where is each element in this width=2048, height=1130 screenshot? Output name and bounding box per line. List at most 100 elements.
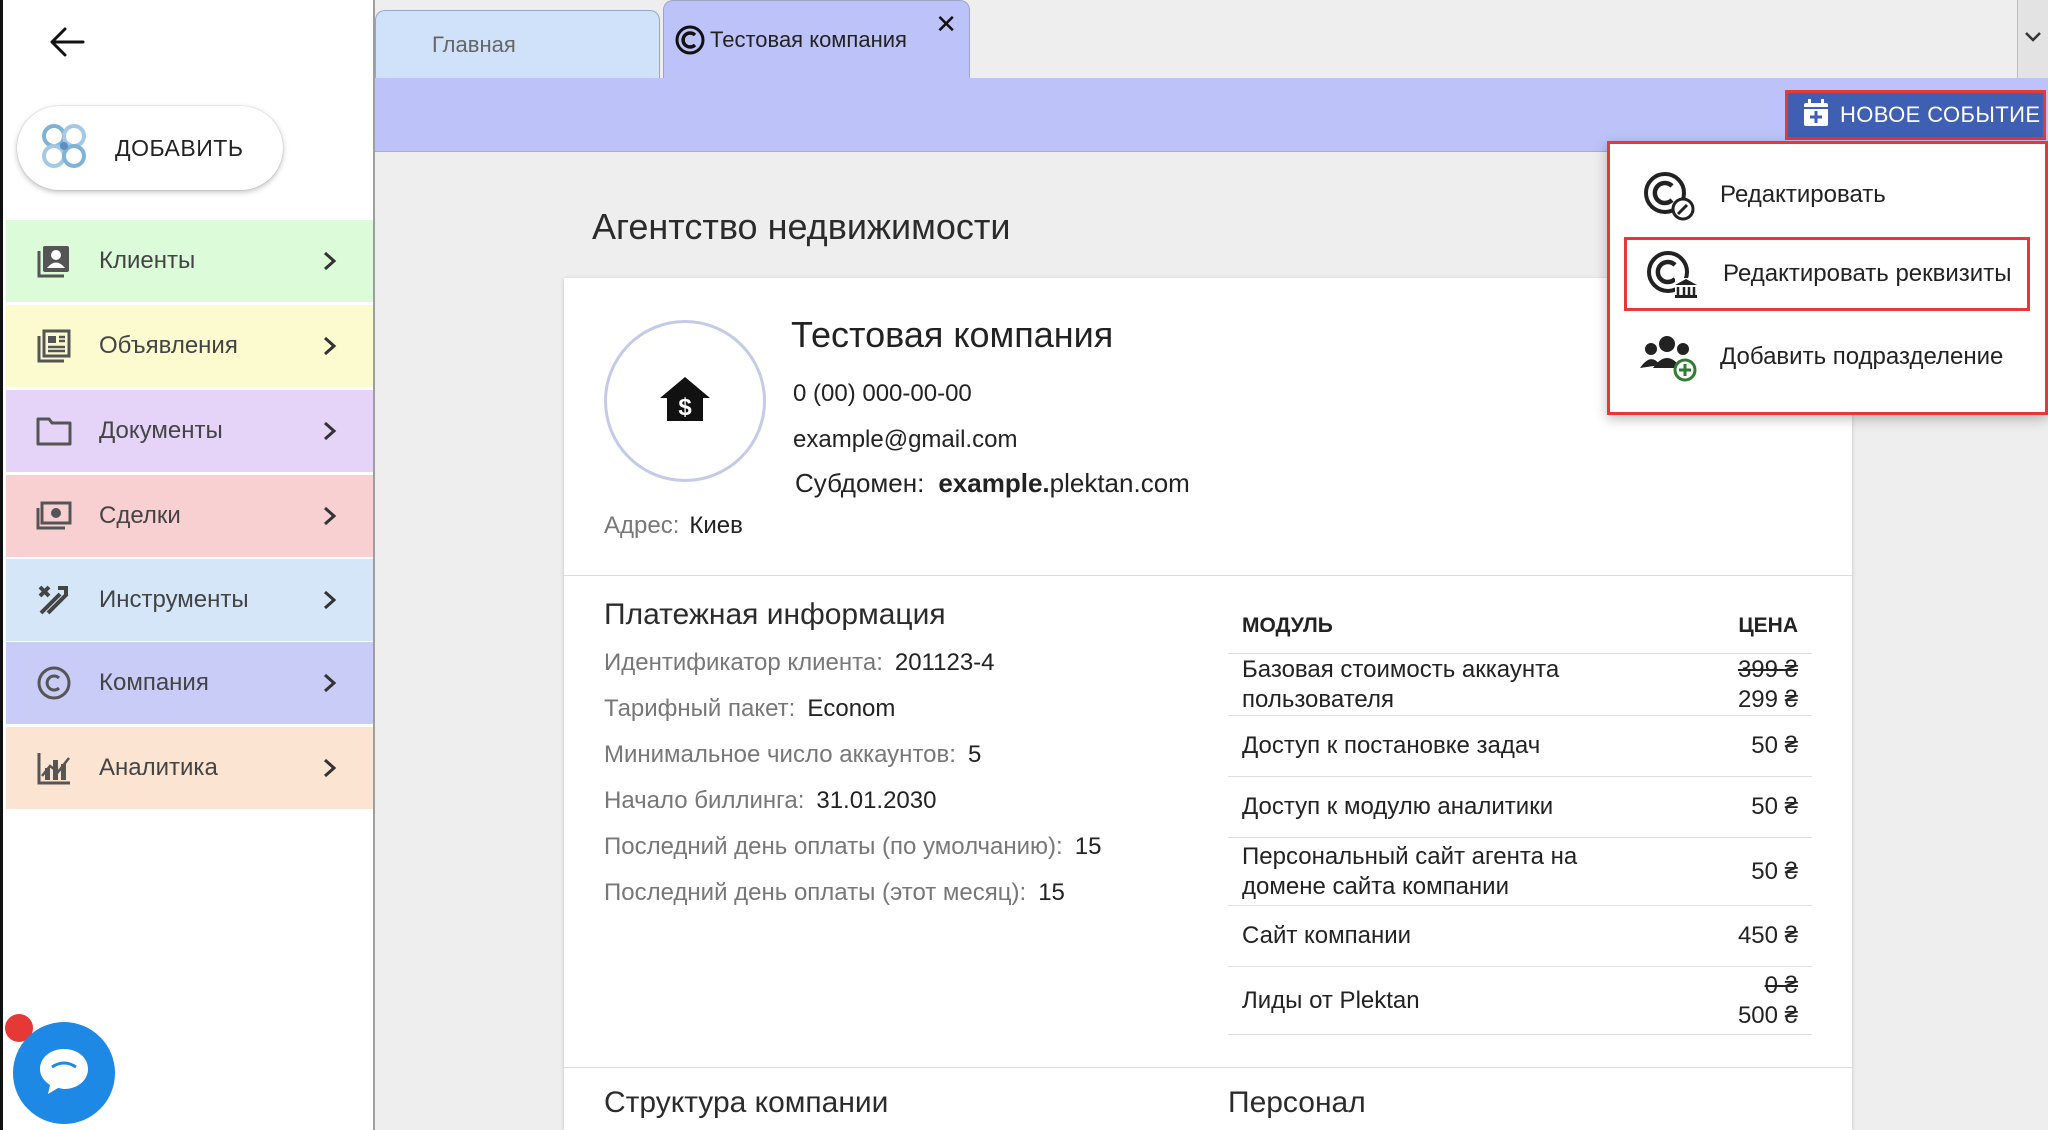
menu-item-add-division[interactable]: Добавить подразделение [1624, 320, 2036, 394]
company-phone: 0 (00) 000-00-00 [793, 380, 972, 407]
payment-value: 5 [967, 741, 982, 768]
payment-value: Econom [807, 695, 896, 722]
module-name: Лиды от Plektan [1242, 986, 1420, 1014]
tab-company[interactable]: Тестовая компания ✕ [663, 0, 970, 78]
subdomain-bold: example. [938, 468, 1050, 498]
structure-title: Структура компании [604, 1086, 889, 1119]
close-icon[interactable]: ✕ [935, 9, 957, 40]
sidebar-item-deals[interactable]: Сделки [6, 475, 378, 557]
sidebar-item-tools[interactable]: Инструменты [6, 559, 378, 641]
tab-overflow-dropdown[interactable] [2017, 0, 2048, 78]
chevron-right-icon [312, 582, 348, 618]
address-row: Адрес: Киев [604, 512, 743, 540]
sidebar-item-label: Аналитика [99, 754, 218, 781]
subdomain-row: Субдомен: example.plektan.com [795, 468, 1190, 499]
sidebar-divider [373, 0, 375, 1130]
module-name: Доступ к постановке задач [1242, 732, 1541, 759]
price: 500 ₴ [1737, 1001, 1798, 1029]
tab-label: Главная [432, 31, 516, 57]
payment-label: Тарифный пакет: [604, 695, 796, 722]
folder-icon [34, 411, 74, 451]
new-event-button[interactable]: НОВОЕ СОБЫТИЕ [1785, 90, 2046, 140]
payment-row: Последний день оплаты (по умолчанию): 15 [604, 833, 1101, 861]
sidebar-item-label: Документы [99, 417, 223, 444]
analytics-icon [34, 748, 74, 788]
chevron-right-icon [312, 243, 348, 279]
deals-icon [34, 496, 74, 536]
add-button[interactable]: ДОБАВИТЬ [17, 106, 283, 190]
payment-label: Идентификатор клиента: [604, 649, 883, 676]
price: 299 ₴ [1737, 685, 1798, 713]
table-row: Доступ к модулю аналитики 50 ₴ [1228, 777, 1812, 838]
divider [564, 1067, 1852, 1068]
add-logo-icon [39, 121, 89, 176]
sidebar-item-listings[interactable]: Объявления [6, 305, 378, 387]
payment-label: Последний день оплаты (этот месяц): [604, 879, 1027, 906]
clients-icon [34, 241, 74, 281]
payment-label: Начало биллинга: [604, 787, 805, 814]
copyright-edit-icon [1638, 164, 1700, 226]
module-name: Базовая стоимость аккаунта пользователя [1242, 655, 1738, 715]
price: 50 ₴ [1751, 732, 1798, 759]
tab-bar: Главная Тестовая компания ✕ [375, 0, 2048, 78]
sidebar-item-documents[interactable]: Документы [6, 390, 378, 472]
payment-value: 201123-4 [894, 649, 995, 676]
company-name: Тестовая компания [791, 314, 1114, 355]
module-price: 399 ₴ 299 ₴ [1738, 655, 1798, 715]
copyright-icon [674, 24, 706, 56]
copyright-icon [34, 663, 74, 703]
sidebar-item-analytics[interactable]: Аналитика [6, 727, 378, 809]
price: 50 ₴ [1751, 793, 1798, 820]
back-arrow-icon[interactable] [43, 18, 91, 66]
payment-row: Начало биллинга: 31.01.2030 [604, 787, 936, 815]
price: 50 ₴ [1751, 857, 1798, 885]
menu-item-label: Добавить подразделение [1720, 343, 2004, 370]
old-price: 0 ₴ [1764, 971, 1798, 999]
copyright-bank-icon [1641, 243, 1703, 305]
subdomain-label: Субдомен: [795, 468, 925, 498]
chat-bubble-icon [36, 1045, 92, 1102]
sidebar-item-clients[interactable]: Клиенты [6, 220, 378, 302]
payment-row: Минимальное число аккаунтов: 5 [604, 741, 981, 769]
payment-label: Минимальное число аккаунтов: [604, 741, 956, 768]
menu-item-edit[interactable]: Редактировать [1624, 158, 2036, 232]
chat-button[interactable] [13, 1022, 115, 1124]
chevron-right-icon [312, 750, 348, 786]
listings-icon [34, 326, 74, 366]
tab-home[interactable]: Главная [375, 10, 660, 78]
sidebar-item-label: Инструменты [99, 586, 249, 613]
table-row: Лиды от Plektan 0 ₴ 500 ₴ [1228, 967, 1812, 1035]
company-avatar: $ [604, 320, 766, 482]
payment-title: Платежная информация [604, 598, 946, 631]
group-add-icon [1638, 326, 1700, 388]
sidebar-item-label: Сделки [99, 502, 181, 529]
company-email: example@gmail.com [793, 426, 1018, 453]
payment-row: Последний день оплаты (этот месяц): 15 [604, 879, 1065, 907]
module-name-line: Базовая стоимость аккаунта [1242, 655, 1560, 683]
menu-item-label: Редактировать реквизиты [1723, 260, 2012, 287]
table-header: МОДУЛЬ ЦЕНА [1228, 598, 1812, 654]
sidebar: ДОБАВИТЬ Клиенты Объявления Документы Сд… [0, 0, 378, 1130]
menu-item-label: Редактировать [1720, 181, 1886, 208]
page-title: Агентство недвижимости [592, 206, 1011, 247]
modules-table: МОДУЛЬ ЦЕНА Базовая стоимость аккаунта по… [1228, 598, 1812, 1035]
price: 450 ₴ [1737, 922, 1798, 949]
chevron-right-icon [312, 498, 348, 534]
new-event-label: НОВОЕ СОБЫТИЕ [1840, 102, 2041, 127]
module-name: Доступ к модулю аналитики [1242, 793, 1554, 820]
table-row: Доступ к постановке задач 50 ₴ [1228, 716, 1812, 777]
sidebar-item-label: Клиенты [99, 247, 196, 274]
svg-text:$: $ [678, 394, 692, 421]
sidebar-item-label: Компания [99, 669, 209, 696]
calendar-add-icon [1802, 98, 1830, 133]
payment-row: Идентификатор клиента: 201123-4 [604, 649, 995, 677]
payment-row: Тарифный пакет: Econom [604, 695, 895, 723]
menu-item-edit-requisites[interactable]: Редактировать реквизиты [1624, 237, 2030, 311]
add-button-label: ДОБАВИТЬ [115, 134, 244, 161]
table-row: Сайт компании 450 ₴ [1228, 906, 1812, 967]
old-price: 399 ₴ [1737, 655, 1798, 683]
sidebar-item-company[interactable]: Компания [6, 642, 378, 724]
module-name: Сайт компании [1242, 922, 1412, 949]
address-value: Киев [689, 512, 743, 539]
module-name-line: пользователя [1242, 685, 1394, 713]
